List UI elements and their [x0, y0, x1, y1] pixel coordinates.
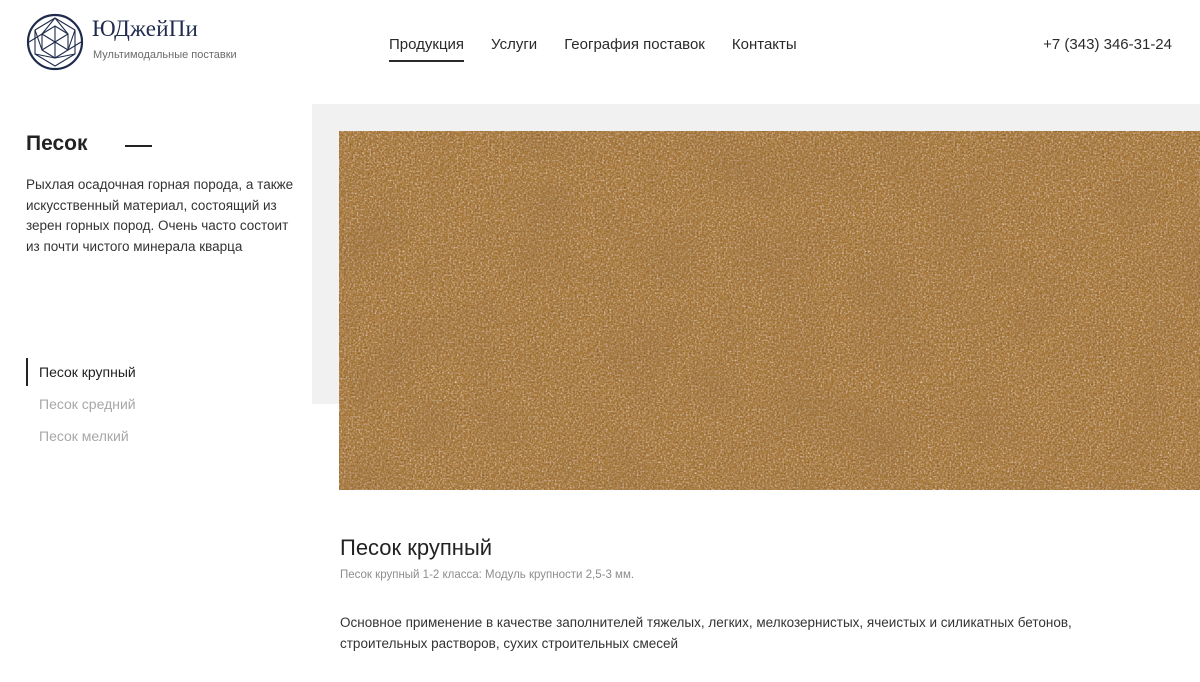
phone-link[interactable]: +7 (343) 346-31-24: [1043, 36, 1172, 53]
brand-name[interactable]: ЮДжейПи: [92, 16, 198, 42]
variant-item-medium[interactable]: Песок средний: [26, 390, 136, 418]
detail-text: Основное применение в качестве заполните…: [340, 615, 1072, 651]
title-dash-divider: [125, 145, 152, 147]
nav-item-services[interactable]: Услуги: [491, 36, 537, 62]
variant-item-coarse[interactable]: Песок крупный: [26, 358, 136, 386]
nav-item-contacts[interactable]: Контакты: [732, 36, 797, 62]
variant-list: Песок крупный Песок средний Песок мелкий: [26, 358, 136, 454]
product-title: Песок: [26, 132, 88, 155]
variant-item-fine[interactable]: Песок мелкий: [26, 422, 136, 450]
nav-item-products[interactable]: Продукция: [389, 36, 465, 62]
product-description: Рыхлая осадочная горная порода, а также …: [26, 177, 294, 254]
nav-item-geography[interactable]: География поставок: [564, 36, 705, 62]
sand-photo: [339, 131, 1200, 490]
brand-tagline: Мультимодальные поставки: [93, 49, 237, 61]
main-nav: Продукция Услуги География поставок Конт…: [389, 36, 797, 62]
detail-title: Песок крупный: [340, 535, 493, 560]
detail-subtitle: Песок крупный 1-2 класса: Модуль крупнос…: [340, 569, 635, 581]
logo-icon[interactable]: [26, 13, 84, 71]
